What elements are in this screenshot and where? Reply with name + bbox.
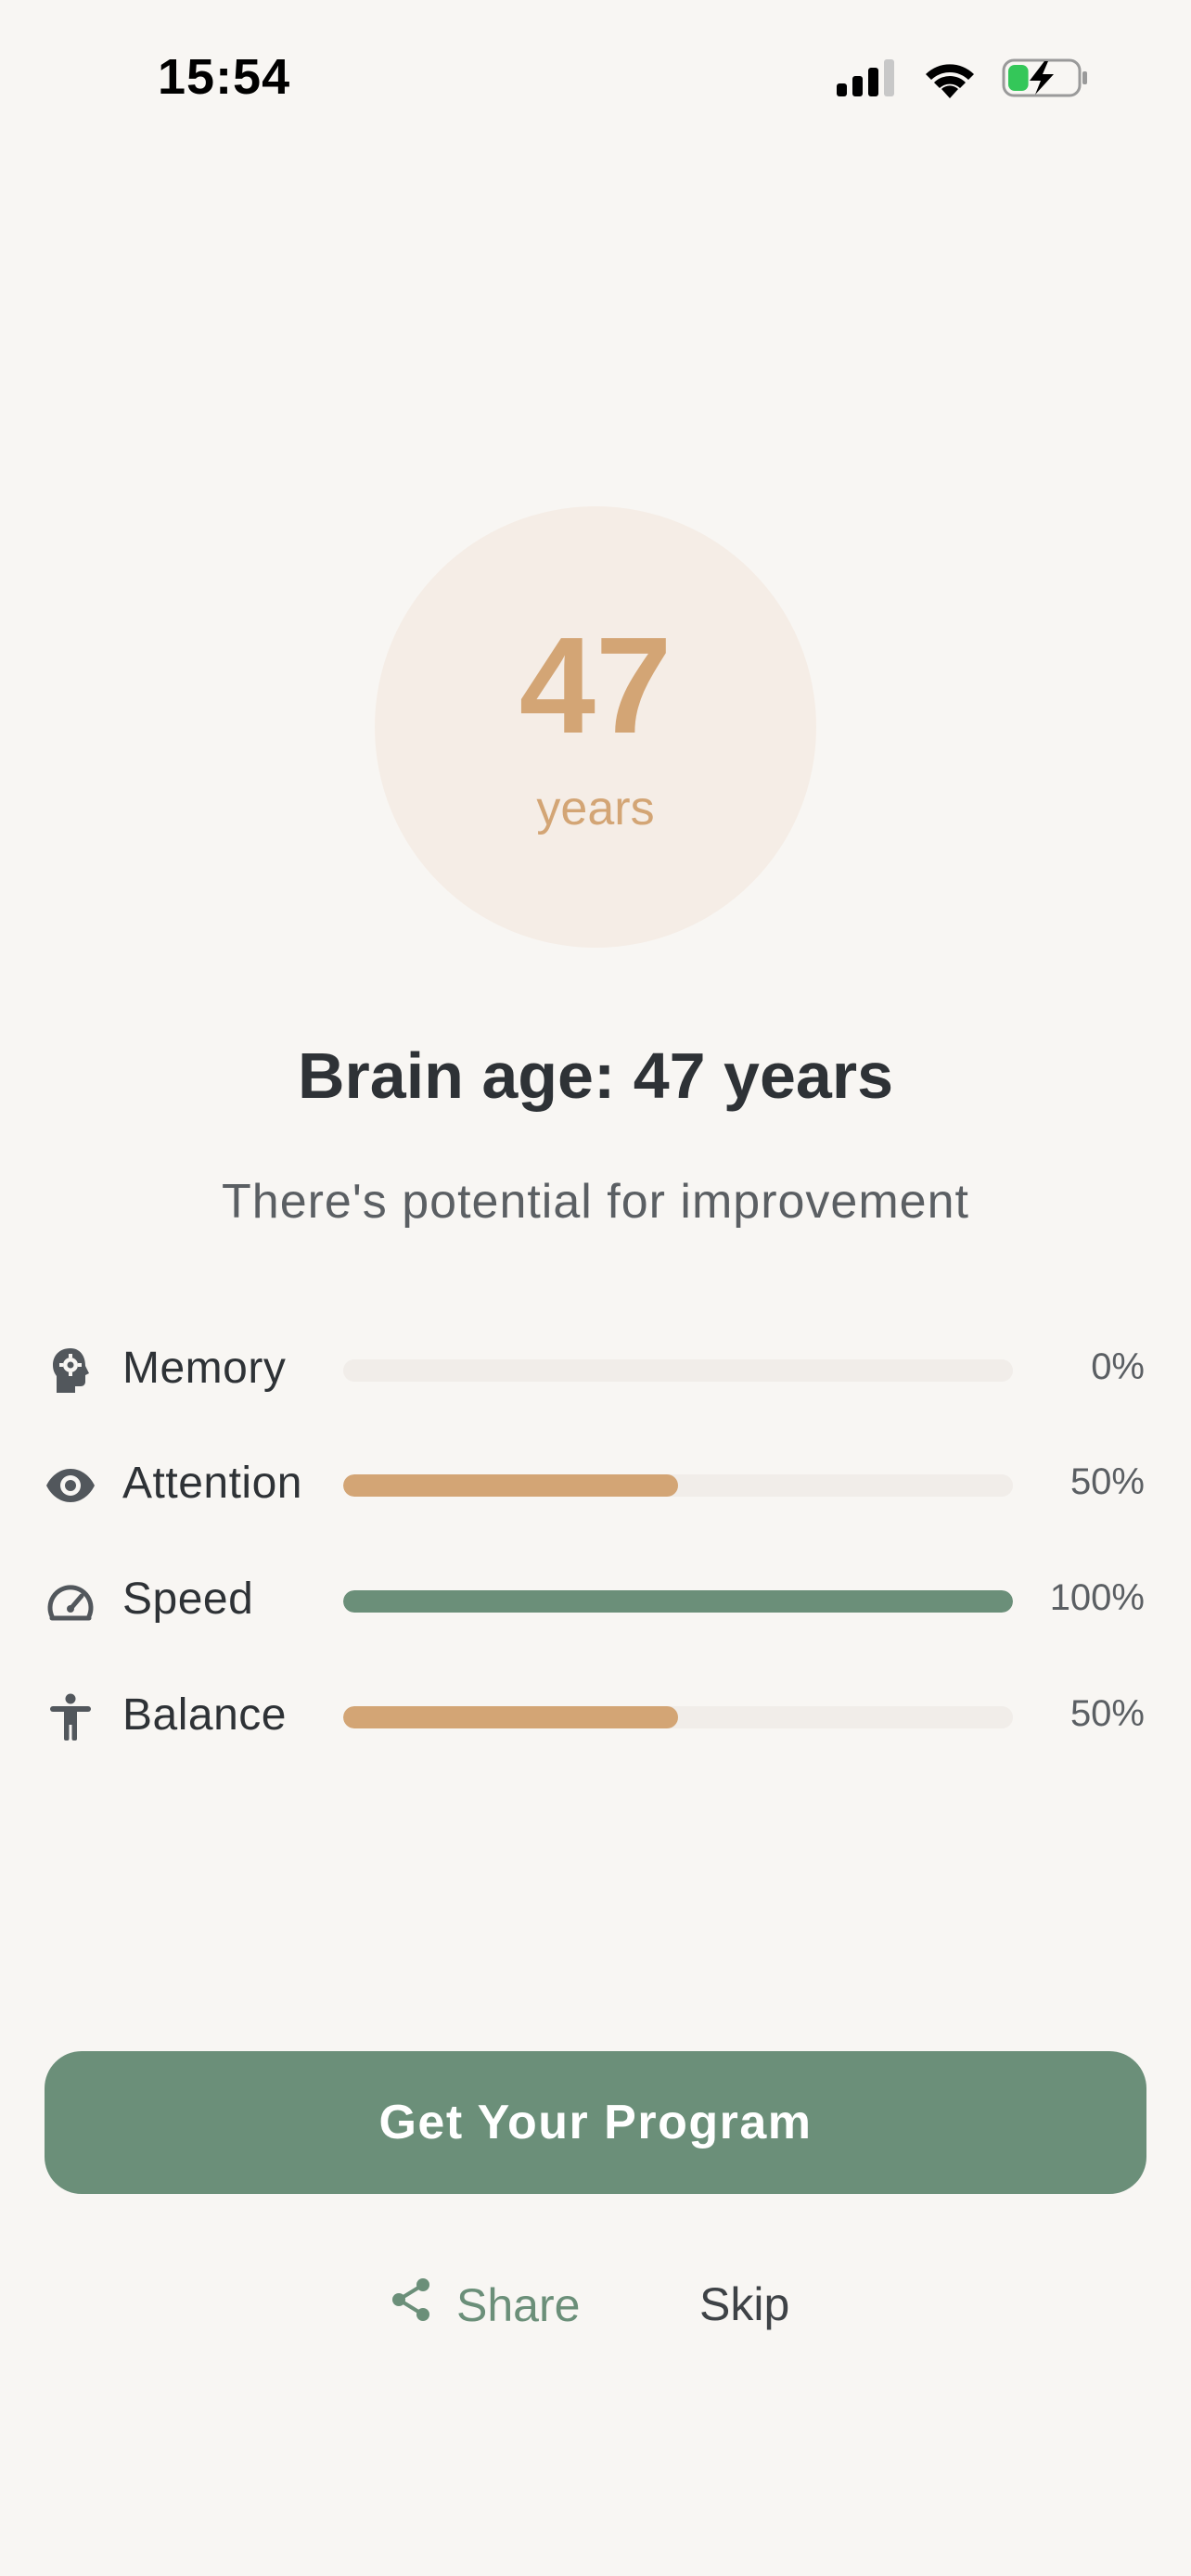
wifi-icon [922, 57, 978, 98]
metric-progress-track [343, 1706, 1013, 1728]
metric-progress-track [343, 1474, 1013, 1497]
status-icons [837, 57, 1089, 98]
metric-row-balance: Balance 50% [0, 1677, 1191, 1751]
metric-value: 50% [1069, 1693, 1145, 1734]
result-headline: Brain age: 47 years [297, 1039, 894, 1112]
brain-age-value: 47 [519, 609, 672, 762]
metric-value: 50% [1069, 1461, 1145, 1502]
metric-row-attention: Attention 50% [0, 1445, 1191, 1519]
metric-progress-fill [343, 1590, 1013, 1613]
skip-button[interactable]: Skip [699, 2277, 789, 2331]
speedometer-icon [43, 1574, 98, 1629]
result-subline: There's potential for improvement [222, 1175, 969, 1229]
metric-value: 100% [1049, 1577, 1145, 1618]
cellular-signal-icon [837, 59, 898, 96]
share-button[interactable]: Share [390, 2277, 580, 2333]
metric-row-memory: Memory 0% [0, 1330, 1191, 1404]
metric-label: Balance [122, 1690, 287, 1740]
status-time: 15:54 [158, 49, 291, 105]
brain-head-icon [43, 1343, 98, 1398]
battery-charging-icon [1002, 57, 1089, 98]
metric-value: 0% [1091, 1346, 1145, 1387]
brain-age-circle: 47 years [375, 506, 816, 948]
share-icon [390, 2277, 432, 2333]
get-your-program-button[interactable]: Get Your Program [45, 2051, 1146, 2194]
share-label: Share [456, 2279, 581, 2331]
metric-progress-track [343, 1359, 1013, 1382]
brain-age-unit: years [536, 782, 655, 835]
metric-progress-fill [343, 1706, 678, 1728]
metric-label: Speed [122, 1575, 254, 1624]
metric-label: Attention [122, 1459, 302, 1508]
metric-progress-fill [343, 1474, 678, 1497]
metric-progress-track [343, 1590, 1013, 1613]
eye-icon [43, 1458, 98, 1513]
metric-label: Memory [122, 1344, 287, 1393]
status-bar: 15:54 [0, 0, 1191, 158]
metric-row-speed: Speed 100% [0, 1561, 1191, 1635]
accessibility-person-icon [43, 1690, 98, 1745]
